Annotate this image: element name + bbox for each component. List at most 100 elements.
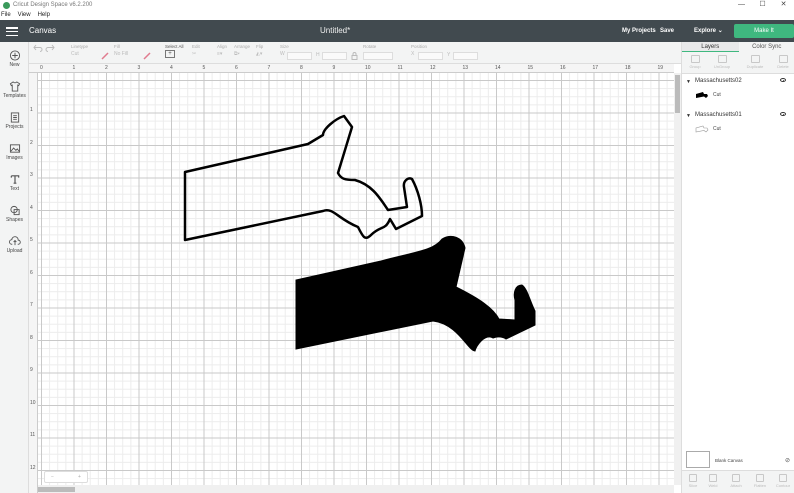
menu-bar: File View Help bbox=[0, 10, 794, 20]
select-all-control[interactable]: Select All + bbox=[165, 44, 184, 58]
caret-down-icon[interactable]: ▼ bbox=[686, 79, 691, 85]
weld-button[interactable]: Weld bbox=[702, 474, 724, 488]
massachusetts01-outline[interactable] bbox=[183, 114, 424, 242]
menu-view[interactable]: View bbox=[18, 12, 31, 18]
cricut-logo-icon bbox=[3, 1, 10, 9]
select-all-icon: + bbox=[165, 50, 175, 58]
make-it-button[interactable]: Make It bbox=[734, 24, 794, 38]
eye-off-icon[interactable]: ⊘ bbox=[785, 457, 790, 464]
attach-button[interactable]: Attach bbox=[725, 474, 747, 488]
close-button[interactable]: ✕ bbox=[773, 0, 794, 10]
pen-icon[interactable] bbox=[101, 52, 110, 62]
nav-text[interactable]: Text bbox=[0, 174, 29, 192]
group-icon bbox=[690, 55, 700, 63]
linetype-value: Cut bbox=[71, 51, 79, 57]
horizontal-scroll-thumb[interactable] bbox=[38, 487, 75, 492]
massachusetts02-solid[interactable] bbox=[295, 235, 536, 352]
attach-icon bbox=[732, 474, 740, 482]
ungroup-label: UnGroup bbox=[713, 64, 731, 69]
ruler-tick-label: 12 bbox=[30, 464, 36, 471]
position-label: Position bbox=[411, 44, 428, 49]
align-control[interactable]: Align ≡▾ bbox=[217, 44, 227, 57]
arrange-control[interactable]: Arrange ⧉▾ bbox=[234, 44, 250, 57]
tab-layers[interactable]: Layers bbox=[682, 42, 739, 52]
ruler-tick-label: 1 bbox=[72, 65, 76, 71]
flatten-icon bbox=[756, 474, 764, 482]
maximize-button[interactable]: ☐ bbox=[752, 0, 773, 10]
caret-down-icon[interactable]: ▼ bbox=[686, 113, 691, 119]
nav-projects[interactable]: Projects bbox=[0, 112, 29, 130]
save-button[interactable]: Save bbox=[660, 28, 674, 34]
eye-icon[interactable] bbox=[780, 78, 786, 82]
slice-button[interactable]: Slice bbox=[682, 474, 704, 488]
ruler-tick-label: 17 bbox=[592, 65, 599, 71]
lock-icon[interactable] bbox=[351, 52, 358, 62]
flatten-button[interactable]: Flatten bbox=[749, 474, 771, 488]
my-projects-button[interactable]: My Projects bbox=[622, 28, 656, 34]
size-height-label: H bbox=[316, 52, 320, 58]
nav-images[interactable]: Images bbox=[0, 143, 29, 161]
flip-control[interactable]: Flip ◭▾ bbox=[256, 44, 263, 57]
rotate-input[interactable] bbox=[363, 52, 393, 60]
ruler-tick-label: 1 bbox=[30, 107, 33, 113]
layer-header[interactable]: ▼ Massachusetts02 bbox=[682, 77, 794, 87]
window-controls: — ☐ ✕ bbox=[731, 0, 794, 10]
minimize-button[interactable]: — bbox=[731, 0, 752, 10]
layer-operation: Cut bbox=[713, 126, 721, 132]
delete-button[interactable]: Delete bbox=[772, 55, 794, 69]
layer-group-massachusetts01[interactable]: ▼ Massachusetts01 Cut bbox=[682, 111, 794, 137]
zoom-in-button[interactable]: + bbox=[78, 474, 81, 480]
ruler-tick-label: 7 bbox=[267, 65, 271, 71]
canvas-color-swatch[interactable] bbox=[686, 451, 710, 468]
fill-control[interactable]: Fill No Fill bbox=[114, 44, 128, 57]
ruler-tick-label: 8 bbox=[30, 334, 33, 341]
shirt-icon bbox=[9, 81, 20, 92]
layer-item[interactable]: Cut bbox=[682, 123, 794, 137]
projects-icon bbox=[10, 112, 19, 123]
edit-control[interactable]: Edit ✂ bbox=[192, 44, 200, 57]
layer-group-massachusetts02[interactable]: ▼ Massachusetts02 Cut bbox=[682, 77, 794, 103]
menu-help[interactable]: Help bbox=[38, 12, 50, 18]
contour-button[interactable]: Contour bbox=[772, 474, 794, 488]
position-x-input[interactable] bbox=[418, 52, 443, 60]
design-canvas[interactable] bbox=[38, 73, 674, 485]
height-input[interactable] bbox=[322, 52, 347, 60]
nav-upload[interactable]: Upload bbox=[0, 236, 29, 254]
window-title: Cricut Design Space v6.2.200 bbox=[13, 2, 93, 8]
linetype-control[interactable]: Linetype Cut bbox=[71, 44, 88, 57]
layer-item[interactable]: Cut bbox=[682, 89, 794, 103]
eye-icon[interactable] bbox=[780, 112, 786, 116]
fill-color-icon[interactable] bbox=[143, 52, 152, 62]
menu-file[interactable]: File bbox=[1, 12, 11, 18]
zoom-out-button[interactable]: − bbox=[51, 474, 54, 480]
nav-templates-label: Templates bbox=[3, 93, 26, 99]
ruler-tick-label: 4 bbox=[30, 204, 33, 211]
vertical-scroll-thumb[interactable] bbox=[675, 75, 680, 113]
width-input[interactable] bbox=[287, 52, 312, 60]
section-title: Canvas bbox=[29, 26, 57, 35]
nav-templates[interactable]: Templates bbox=[0, 81, 29, 99]
ungroup-button[interactable]: UnGroup bbox=[711, 55, 733, 69]
ruler-horizontal: 0 1 2 3 4 5 6 7 8 9 10 11 12 13 14 15 16 17 18 19 bbox=[29, 64, 674, 73]
horizontal-scrollbar[interactable] bbox=[38, 485, 674, 493]
title-bar: Cricut Design Space v6.2.200 — ☐ ✕ bbox=[0, 0, 794, 10]
layer-name: Massachusetts01 bbox=[695, 112, 742, 118]
vertical-scrollbar[interactable] bbox=[674, 73, 681, 485]
redo-icon[interactable] bbox=[45, 44, 55, 54]
nav-new[interactable]: New bbox=[0, 50, 29, 68]
nav-shapes[interactable]: Shapes bbox=[0, 205, 29, 223]
blank-canvas-row[interactable]: Blank Canvas ⊘ bbox=[686, 451, 791, 469]
machine-select[interactable]: Explore ⌄ bbox=[694, 27, 723, 34]
position-y-input[interactable] bbox=[453, 52, 478, 60]
edit-toolbar: Linetype Cut Fill No Fill Select All + E… bbox=[29, 42, 681, 64]
tab-color-sync[interactable]: Color Sync bbox=[738, 42, 794, 52]
group-button[interactable]: Group bbox=[684, 55, 706, 69]
undo-icon[interactable] bbox=[33, 44, 43, 54]
design-panel: New Templates Projects Images Text Shape… bbox=[0, 42, 29, 493]
hamburger-menu-icon[interactable] bbox=[6, 25, 18, 37]
scissors-icon: ✂ bbox=[192, 51, 197, 57]
duplicate-button[interactable]: Duplicate bbox=[744, 55, 766, 69]
layer-name: Massachusetts02 bbox=[695, 78, 742, 84]
nav-projects-label: Projects bbox=[5, 124, 24, 130]
layer-header[interactable]: ▼ Massachusetts01 bbox=[682, 111, 794, 121]
